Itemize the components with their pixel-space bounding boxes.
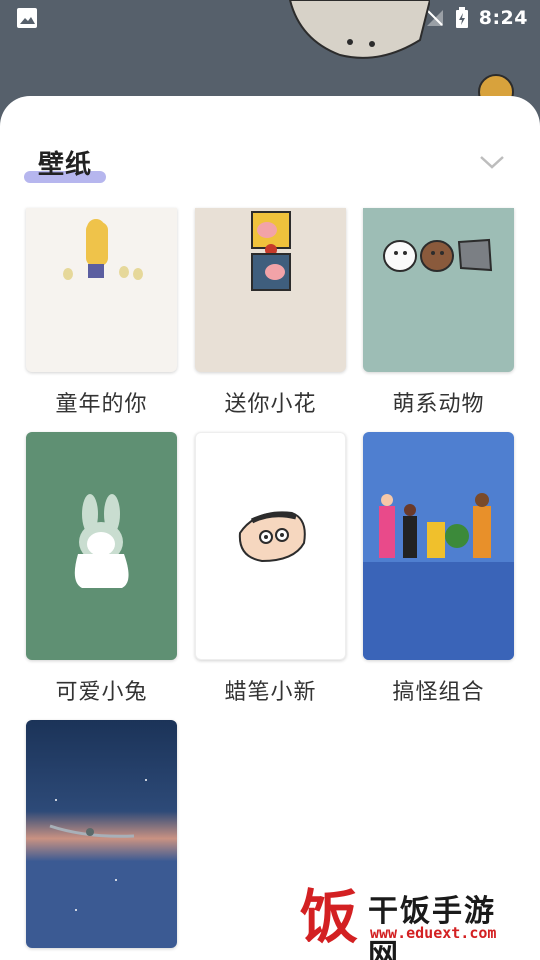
- wallpaper-thumbnail[interactable]: [363, 208, 514, 372]
- wallpaper-thumbnail[interactable]: [26, 208, 177, 372]
- child-ducks-illustration: [63, 219, 143, 280]
- wallpaper-card[interactable]: 萌系动物: [363, 208, 514, 418]
- status-bar: 8:24: [0, 0, 540, 36]
- wallpaper-label: 可爱小兔: [55, 680, 148, 705]
- wallpaper-sheet: 壁纸 童年的你 送你小花 萌系动物 可爱小兔 蜡笔小新 搞怪组合 饭 干饭手游网…: [0, 96, 540, 960]
- bunny-illustration: [74, 494, 129, 588]
- watermark-url: www.eduext.com: [370, 924, 497, 942]
- wallpaper-label: 蜡笔小新: [224, 680, 317, 705]
- wallpaper-card[interactable]: 送你小花: [195, 208, 346, 418]
- watermark-logo: 饭: [299, 883, 358, 951]
- wallpaper-thumbnail[interactable]: [195, 432, 346, 660]
- wallpaper-thumbnail[interactable]: [26, 720, 177, 948]
- battery-charging-icon: [455, 7, 468, 28]
- chevron-down-icon[interactable]: [478, 152, 506, 172]
- image-icon: [17, 8, 37, 28]
- funny-group-illustration: [363, 493, 514, 660]
- crayon-shinchan-illustration: [238, 511, 306, 563]
- pig-flower-illustration: [251, 211, 291, 291]
- wallpaper-card[interactable]: 搞怪组合: [363, 432, 514, 706]
- sheet-title: 壁纸: [38, 150, 93, 180]
- wallpaper-card[interactable]: 童年的你: [26, 208, 177, 418]
- cute-animals-illustration: [383, 238, 493, 272]
- wallpaper-thumbnail[interactable]: [26, 432, 177, 660]
- wallpaper-label: 萌系动物: [392, 392, 485, 417]
- watermark-name: 干饭手游网: [368, 894, 496, 960]
- wallpaper-label: 搞怪组合: [392, 680, 485, 705]
- wallpaper-label: 童年的你: [55, 392, 148, 417]
- flying-night-sky-illustration: [49, 779, 147, 911]
- wallpaper-thumbnail[interactable]: [195, 208, 346, 372]
- sheet-header: 壁纸: [0, 96, 540, 206]
- clock: 8:24: [478, 7, 528, 29]
- wallpaper-thumbnail[interactable]: [363, 432, 514, 660]
- background-cat-illustration: [288, 0, 430, 59]
- wallpaper-card[interactable]: 可爱小兔: [26, 432, 177, 706]
- watermark: 饭 干饭手游网 www.eduext.com: [296, 883, 526, 960]
- wallpaper-card[interactable]: 蜡笔小新: [195, 432, 346, 706]
- wallpaper-card[interactable]: [26, 720, 177, 948]
- wallpaper-label: 送你小花: [224, 392, 317, 417]
